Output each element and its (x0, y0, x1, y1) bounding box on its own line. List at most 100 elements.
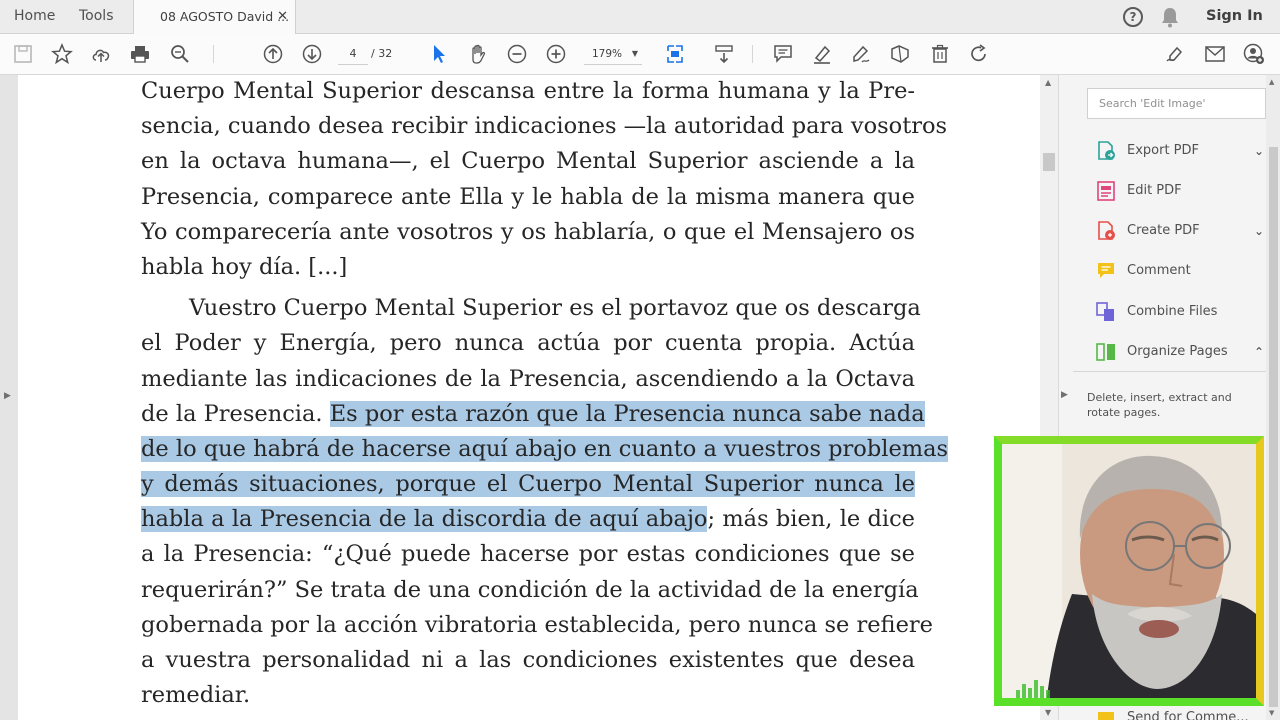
highlight-pen-icon[interactable] (811, 43, 833, 65)
tab-document-label: 08 AGOSTO David ... (160, 9, 290, 24)
sign-in-link[interactable]: Sign In (1206, 0, 1263, 33)
text-line: Vuestro Cuerpo Mental Superior es el por… (189, 295, 921, 322)
trash-icon[interactable] (929, 43, 951, 65)
stamp-icon[interactable] (889, 43, 911, 65)
text-line: Yo comparecería ante vosotros y os habla… (141, 218, 915, 245)
zoom-search-icon[interactable] (169, 43, 191, 65)
webcam-overlay (994, 436, 1264, 706)
tool-create-pdf[interactable]: Create PDF ⌄ (1087, 214, 1264, 248)
rotate-icon[interactable] (968, 43, 990, 65)
text-line: Presencia, comparece ante Ella y le habl… (141, 183, 915, 210)
tool-export-pdf[interactable]: Export PDF ⌄ (1087, 134, 1264, 168)
tool-label: Comment (1127, 263, 1191, 278)
next-page-icon[interactable] (301, 43, 323, 65)
help-icon[interactable]: ? (1123, 7, 1143, 27)
share-user-icon[interactable] (1243, 43, 1265, 65)
tool-combine-files[interactable]: Combine Files (1087, 295, 1251, 329)
text-line: habla a la Presencia de la discordia de … (141, 502, 915, 537)
zoom-in-icon[interactable] (545, 43, 567, 65)
document-viewer: ▶ Cuerpo Mental Superior descansa entre … (0, 75, 1058, 720)
chevron-down-icon[interactable]: ⌄ (1254, 134, 1264, 168)
chevron-down-icon[interactable]: ⌄ (1254, 214, 1264, 248)
scroll-up-icon[interactable]: ▲ (1269, 78, 1274, 86)
text-selection-highlight[interactable]: y demás situaciones, porque el Cuerpo Me… (141, 471, 915, 498)
comment-icon[interactable] (772, 43, 794, 65)
text-line: requerirán?” Se trata de una condición d… (141, 576, 919, 603)
chevron-up-icon[interactable]: ⌃ (1254, 335, 1264, 369)
tool-edit-pdf[interactable]: Edit PDF (1087, 174, 1251, 208)
text-line: sencia, cuando desea recibir indicacione… (141, 113, 948, 140)
text-plain: de la Presencia. (141, 400, 330, 427)
toolbar-divider (213, 45, 214, 63)
tab-home[interactable]: Home (14, 0, 55, 34)
page-number-input[interactable]: 4 (338, 43, 368, 65)
tools-pane-scrollbar[interactable]: ▲ ▼ (1266, 75, 1280, 720)
tool-comment[interactable]: Comment (1087, 254, 1251, 288)
edit-pdf-icon (1095, 180, 1117, 202)
zoom-level-select[interactable]: 179% ▼ (584, 43, 642, 65)
fill-sign-icon[interactable] (1164, 43, 1186, 65)
bell-icon[interactable] (1160, 6, 1180, 28)
text-line: mediante las indicaciones de la Presenci… (141, 365, 915, 392)
text-selection-highlight[interactable]: habla a la Presencia de la discordia de … (141, 506, 708, 533)
text-line: habla hoy día. [...] (141, 253, 348, 280)
text-line: gobernada por la acción vibratoria estab… (141, 611, 933, 638)
text-line: en la octava humana—, el Cuerpo Mental S… (141, 148, 915, 175)
tool-organize-pages[interactable]: Organize Pages ⌃ (1087, 335, 1264, 369)
send-for-comments-icon (1095, 709, 1117, 720)
text-selection-highlight[interactable]: Es por esta razón que la Presencia nunca… (329, 400, 925, 427)
tab-tools[interactable]: Tools (79, 0, 114, 34)
organize-pages-icon (1095, 341, 1117, 363)
combine-files-icon (1095, 301, 1117, 323)
tool-label: Combine Files (1127, 304, 1218, 319)
create-pdf-icon (1095, 220, 1117, 242)
text-line: y demás situaciones, porque el Cuerpo Me… (141, 467, 915, 502)
organize-pages-description: Delete, insert, extract and rotate pages… (1087, 391, 1232, 419)
select-cursor-icon[interactable] (428, 43, 450, 65)
save-icon[interactable] (12, 43, 34, 65)
text-selection-highlight[interactable]: de lo que habrá de hacerse aquí abajo en… (141, 435, 949, 462)
tab-bar: Home Tools 08 AGOSTO David ... ✕ ? Sign … (0, 0, 1280, 35)
scroll-down-icon[interactable]: ▼ (1269, 709, 1274, 717)
tool-label: Edit PDF (1127, 183, 1182, 198)
close-tab-icon[interactable]: ✕ (277, 0, 288, 33)
tool-label: Export PDF (1127, 143, 1200, 158)
tool-label: Create PDF (1127, 223, 1200, 238)
text-line: a vuestra personalidad ni a las condicio… (141, 647, 915, 673)
toolbar-divider (752, 45, 753, 63)
bookmark-star-icon[interactable] (51, 43, 73, 65)
text-line: Cuerpo Mental Superior descansa entre la… (141, 78, 915, 104)
pane-divider (1073, 371, 1266, 372)
page-text: Cuerpo Mental Superior descansa entre la… (141, 75, 949, 713)
tab-document[interactable]: 08 AGOSTO David ... ✕ (133, 0, 296, 35)
scrollbar-thumb[interactable] (1269, 147, 1278, 707)
scrollbar-thumb[interactable] (1043, 153, 1055, 171)
left-panel-toggle-icon[interactable]: ▶ (4, 391, 11, 401)
upload-cloud-icon[interactable] (90, 43, 112, 65)
previous-page-icon[interactable] (262, 43, 284, 65)
presenter-video-frame (1002, 444, 1256, 698)
sign-pen-icon[interactable] (850, 43, 872, 65)
tools-search-input[interactable]: Search 'Edit Image' (1087, 88, 1266, 119)
scroll-up-icon[interactable]: ▲ (1045, 78, 1051, 87)
collapse-pane-icon[interactable]: ▶ (1061, 390, 1068, 400)
tool-label: Organize Pages (1127, 344, 1228, 359)
pdf-page[interactable]: Cuerpo Mental Superior descansa entre la… (18, 75, 1040, 720)
text-line: a la Presencia: “¿Qué puede hacerse por … (141, 541, 915, 568)
hand-tool-icon[interactable] (467, 43, 489, 65)
zoom-out-icon[interactable] (506, 43, 528, 65)
text-line: de la Presencia. Es por esta razón que l… (141, 397, 925, 432)
toolbar: 4 / 32 179% ▼ (0, 34, 1280, 75)
mail-icon[interactable] (1204, 43, 1226, 65)
text-line: el Poder y Energía, pero nunca actúa por… (141, 330, 915, 357)
scroll-mode-icon[interactable] (713, 43, 735, 65)
page-fit-icon[interactable] (664, 43, 686, 65)
text-line: remediar. (141, 682, 251, 709)
print-icon[interactable] (129, 43, 151, 65)
chevron-down-icon: ▼ (631, 49, 638, 58)
export-pdf-icon (1095, 140, 1117, 162)
comment-tool-icon (1095, 260, 1117, 282)
text-plain: ; más bien, le dice (707, 506, 915, 533)
scroll-down-icon[interactable]: ▼ (1045, 708, 1051, 717)
zoom-level-value: 179% (592, 48, 623, 60)
